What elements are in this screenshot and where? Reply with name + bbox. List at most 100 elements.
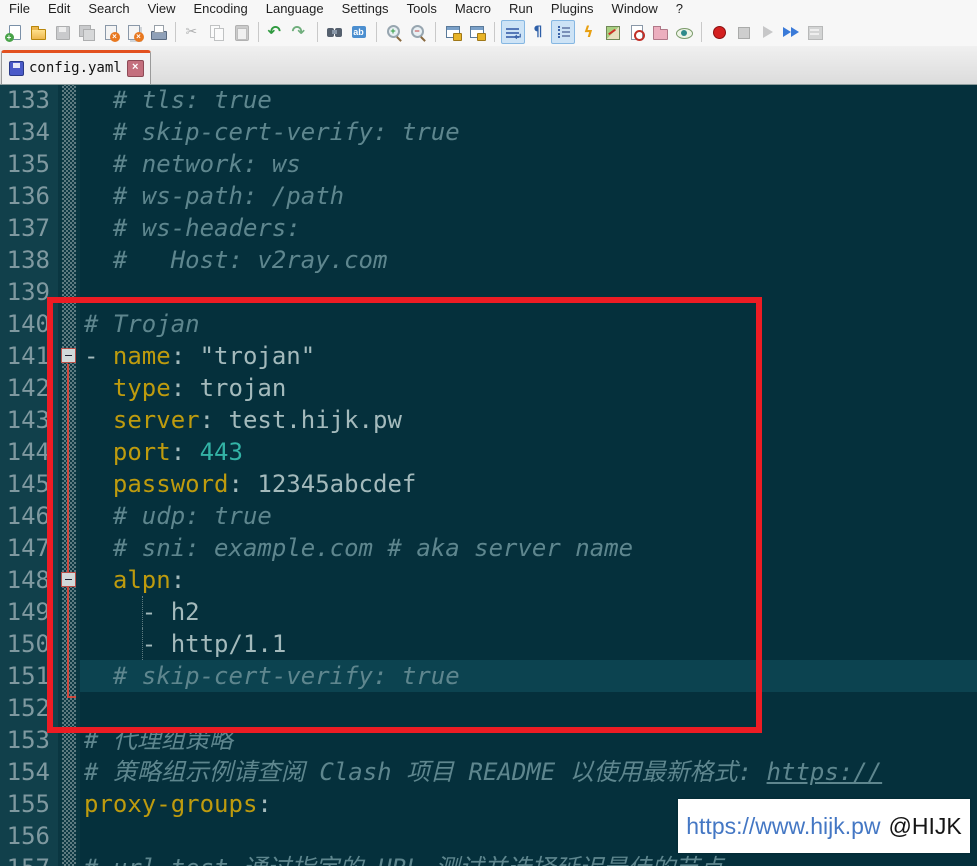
menu-item-plugins[interactable]: Plugins	[542, 0, 603, 18]
line-number: 140	[6, 310, 50, 338]
line-number: 136	[6, 182, 50, 210]
toolbar-button-save-all[interactable]	[75, 21, 97, 43]
fold-collapse-icon[interactable]	[61, 572, 76, 587]
code-line-135: # network: ws	[80, 148, 977, 180]
toolbar-button-indent-guide[interactable]	[551, 20, 575, 44]
undo-icon	[268, 23, 285, 41]
code-token: # Host: v2ray.com	[84, 246, 388, 274]
menu-item-help[interactable]: ?	[667, 0, 692, 18]
zoom-out-icon	[410, 24, 427, 41]
toolbar-button-find[interactable]	[324, 21, 346, 43]
toolbar-button-macro-run-multiple[interactable]	[780, 21, 802, 43]
fold-end-mark	[67, 696, 76, 698]
macro-stop-icon	[735, 24, 752, 41]
code-area[interactable]: # tls: true # skip-cert-verify: true # n…	[80, 84, 977, 866]
toolbar-button-save-file[interactable]	[51, 21, 73, 43]
code-line-151: # skip-cert-verify: true	[80, 660, 977, 692]
line-number: 143	[6, 406, 50, 434]
toolbar-button-folder-as-workspace[interactable]	[649, 21, 671, 43]
zoom-in-icon	[386, 24, 403, 41]
line-number: 157	[0, 852, 58, 866]
toolbar-button-show-all-characters[interactable]	[527, 21, 549, 43]
bookmark-fold-margin[interactable]	[58, 84, 80, 866]
text-editor[interactable]: 133 134 135 136 137 138 139 140 141 142 143 144 145 1…	[0, 84, 977, 866]
code-line-147: # sni: example.com # aka server name	[80, 532, 977, 564]
menu-item-edit[interactable]: Edit	[39, 0, 79, 18]
tab-save-state-icon	[9, 61, 24, 76]
code-token: 443	[199, 438, 243, 466]
toolbar-button-sync-horizontal[interactable]	[466, 21, 488, 43]
define-language-icon	[628, 24, 645, 41]
toolbar-button-cut[interactable]	[182, 21, 204, 43]
line-number: 146	[6, 502, 50, 530]
toolbar-button-macro-play[interactable]	[756, 21, 778, 43]
tab-config-yaml[interactable]: config.yaml ×	[1, 50, 151, 84]
toolbar-button-zoom-in[interactable]	[383, 21, 405, 43]
toolbar-button-new-file[interactable]	[3, 21, 25, 43]
toolbar-button-document-map[interactable]	[601, 21, 623, 43]
code-token: # udp: true	[84, 502, 272, 530]
code-token: # sni: example.com # aka server name	[84, 534, 634, 562]
code-line-146: # udp: true	[80, 500, 977, 532]
toolbar	[0, 18, 977, 46]
line-number: 154	[6, 758, 50, 786]
toolbar-button-copy[interactable]	[206, 21, 228, 43]
code-token: : 12345abcdef	[228, 470, 417, 498]
toolbar-button-macro-stop[interactable]	[732, 21, 754, 43]
toolbar-button-redo[interactable]	[289, 21, 311, 43]
toolbar-separator	[701, 22, 702, 42]
new-file-icon	[4, 24, 23, 42]
code-token: password	[112, 470, 229, 498]
menu-item-view[interactable]: View	[139, 0, 185, 18]
toolbar-button-word-wrap[interactable]	[501, 20, 525, 44]
code-line-140: # Trojan	[80, 308, 977, 340]
toolbar-button-define-language[interactable]	[625, 21, 647, 43]
code-token: alpn	[112, 566, 171, 594]
tab-close-icon[interactable]: ×	[126, 60, 144, 77]
toolbar-button-macro-save[interactable]	[804, 21, 826, 43]
toolbar-button-print[interactable]	[147, 21, 169, 43]
line-number: 145	[6, 470, 50, 498]
toolbar-button-open-file[interactable]	[27, 21, 49, 43]
menu-item-macro[interactable]: Macro	[446, 0, 500, 18]
menu-item-search[interactable]: Search	[79, 0, 138, 18]
toolbar-button-view-current-file[interactable]	[673, 21, 695, 43]
code-token: type	[112, 374, 171, 402]
macro-play-icon	[759, 24, 776, 41]
folder-as-workspace-icon	[652, 24, 669, 41]
toolbar-button-macro-record[interactable]	[708, 21, 730, 43]
menu-item-settings[interactable]: Settings	[333, 0, 398, 18]
toolbar-separator	[494, 22, 495, 42]
document-map-icon	[604, 24, 621, 41]
line-number: 150	[6, 630, 50, 658]
open-file-icon	[30, 24, 47, 41]
code-line-153: # 代理组策略	[80, 724, 977, 756]
menu-item-file[interactable]: File	[0, 0, 39, 18]
toolbar-button-undo[interactable]	[265, 21, 287, 43]
toolbar-button-replace[interactable]	[348, 21, 370, 43]
fold-guide-line	[67, 364, 69, 696]
menu-item-run[interactable]: Run	[500, 0, 542, 18]
toolbar-button-paste[interactable]	[230, 21, 252, 43]
menu-item-encoding[interactable]: Encoding	[185, 0, 257, 18]
toolbar-button-zoom-out[interactable]	[407, 21, 429, 43]
copy-icon	[209, 24, 226, 41]
code-token: - http/1.1	[84, 630, 287, 658]
menu-item-window[interactable]: Window	[603, 0, 667, 18]
menu-item-language[interactable]: Language	[257, 0, 333, 18]
watermark-handle: @HIJK	[888, 813, 962, 839]
code-token: # Trojan	[84, 310, 200, 338]
toolbar-button-close-file[interactable]	[99, 21, 121, 43]
tab-bar: config.yaml ×	[0, 46, 977, 85]
fold-collapse-icon[interactable]	[61, 348, 76, 363]
toolbar-button-sync-vertical[interactable]	[442, 21, 464, 43]
function-list-icon	[580, 24, 597, 41]
menu-item-tools[interactable]: Tools	[398, 0, 446, 18]
toolbar-button-function-list[interactable]	[577, 21, 599, 43]
code-line-142: type: trojan	[80, 372, 977, 404]
word-wrap-icon	[505, 24, 523, 43]
code-token: :	[170, 438, 200, 466]
toolbar-button-close-all[interactable]	[123, 21, 145, 43]
